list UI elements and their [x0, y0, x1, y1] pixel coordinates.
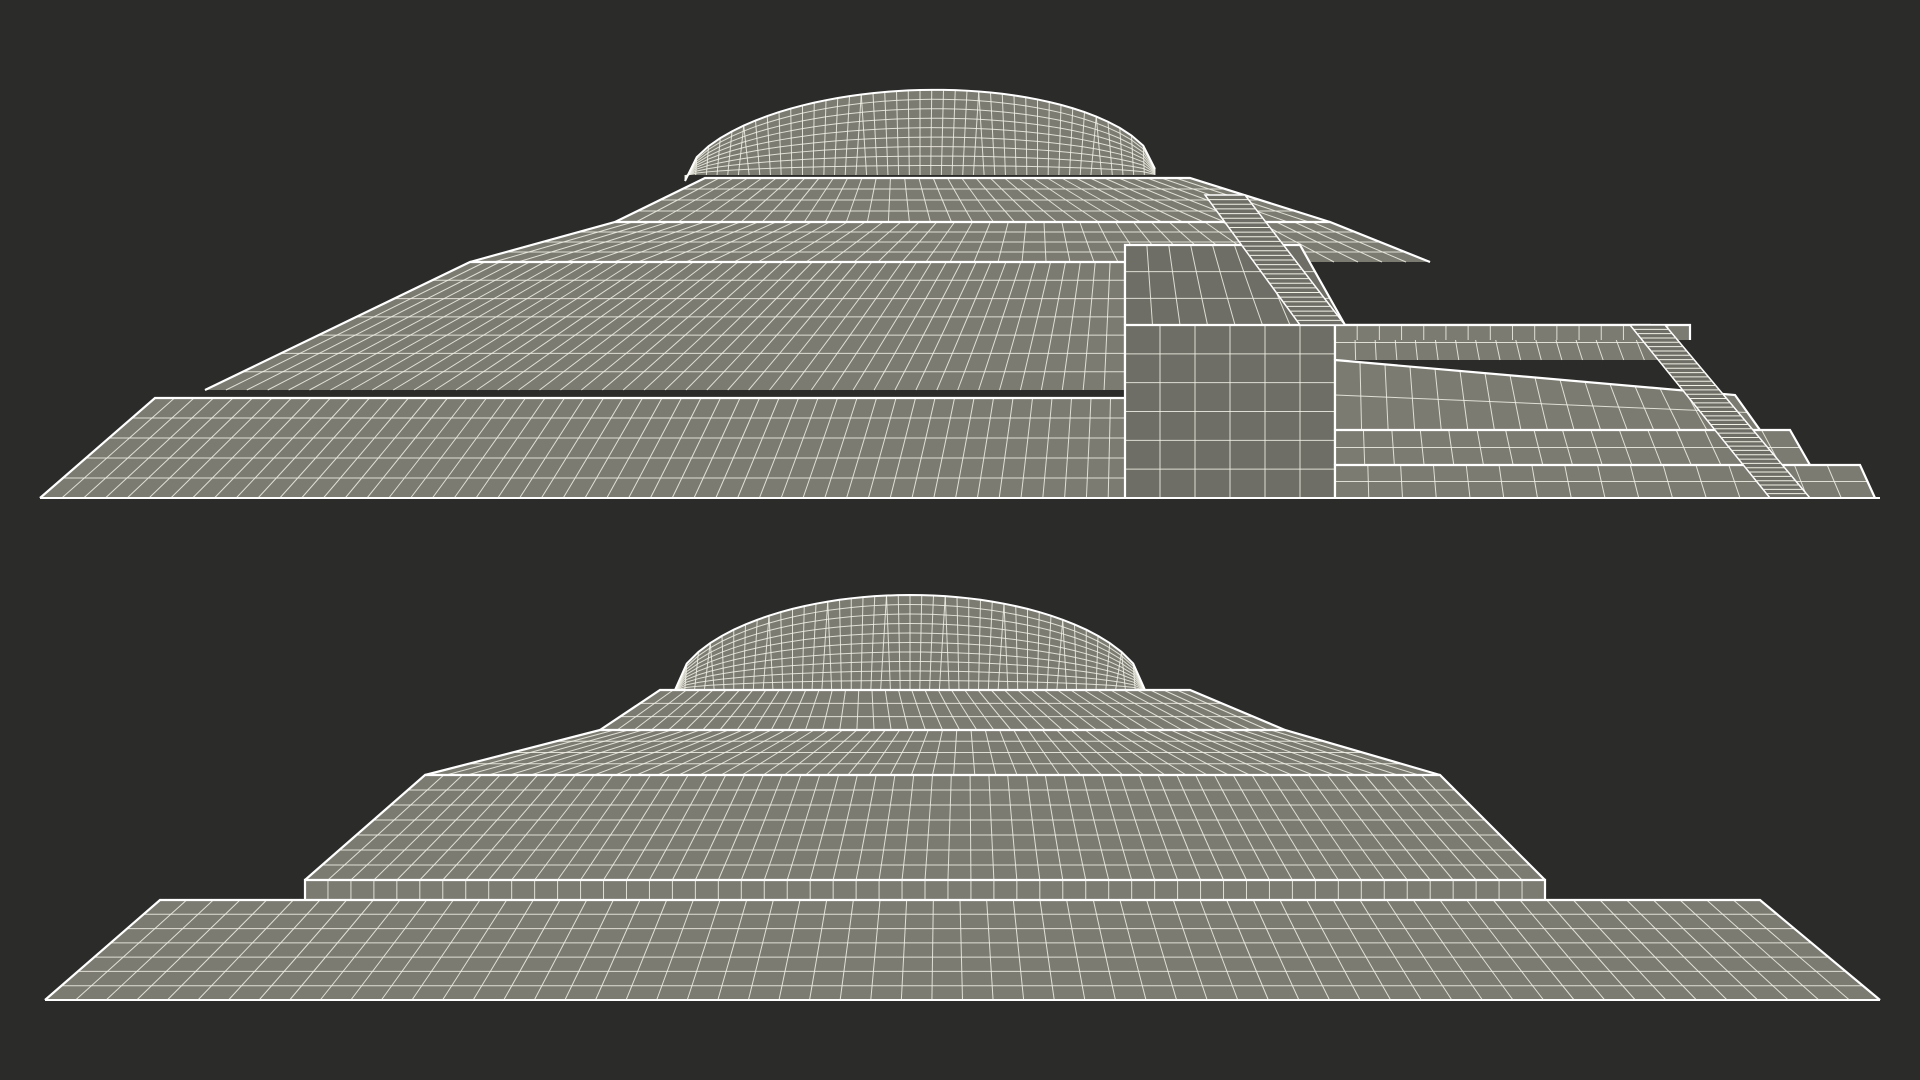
wireframe-viewport: [0, 0, 1920, 1080]
bottom-tier-4: [600, 690, 1285, 730]
top-stair-section: [1123, 194, 1877, 499]
pyramid-render: [39, 88, 1881, 1001]
pyramid-front-view: [44, 593, 1881, 1001]
top-tier-1: [40, 398, 1130, 498]
pyramid-side-view: [39, 88, 1880, 499]
